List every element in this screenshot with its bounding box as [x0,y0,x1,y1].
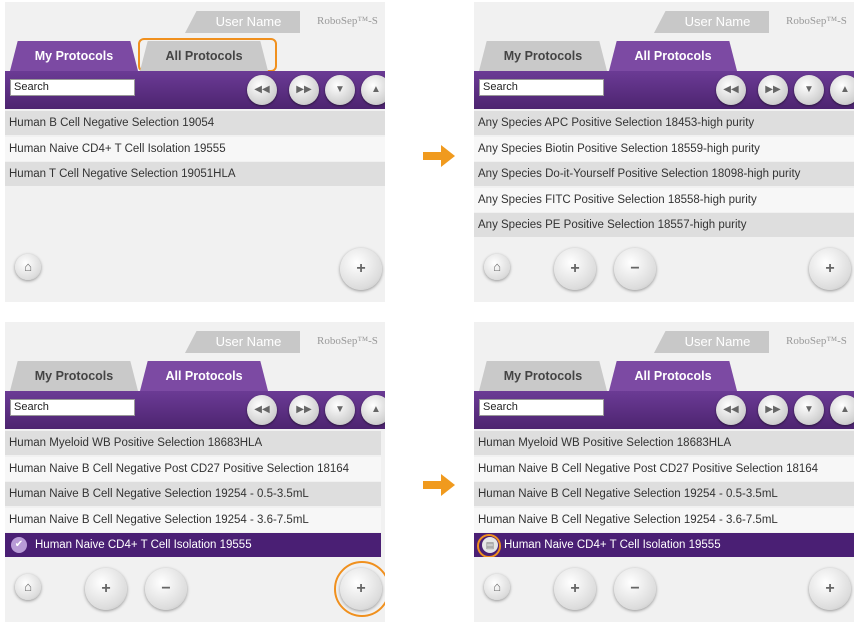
list-item-label: Human Naive CD4+ T Cell Isolation 19555 [504,539,721,551]
toolbar: Search ◀◀ ▶▶ ▼ ▲ [5,391,385,429]
protocol-list: Any Species APC Positive Selection 18453… [474,111,854,239]
list-item-selected[interactable]: ▤ Human Naive CD4+ T Cell Isolation 1955… [474,533,854,557]
document-icon[interactable]: + [809,248,851,290]
tab-my-protocols[interactable]: My Protocols [10,41,138,71]
brand-logo: RoboSep™-S [317,335,378,347]
tab-my-protocols[interactable]: My Protocols [479,361,607,391]
scroll-down-icon[interactable]: ▼ [325,395,355,425]
protocol-list: Human Myeloid WB Positive Selection 1868… [474,431,854,559]
search-input[interactable]: Search [10,399,135,416]
home-icon[interactable]: ⌂ [484,574,510,600]
add-protocol-icon[interactable]: + [554,248,596,290]
first-page-icon[interactable]: ◀◀ [247,395,277,425]
next-page-icon[interactable]: ▶▶ [289,75,319,105]
next-page-icon[interactable]: ▶▶ [289,395,319,425]
screen-all-protocols-selected: User Name RoboSep™-S My Protocols All Pr… [5,322,385,622]
tab-all-protocols[interactable]: All Protocols [140,361,268,391]
list-item[interactable]: Human Myeloid WB Positive Selection 1868… [474,431,854,455]
remove-protocol-icon[interactable]: − [145,568,187,610]
search-input[interactable]: Search [479,79,604,96]
scroll-down-icon[interactable]: ▼ [794,395,824,425]
add-protocol-icon[interactable]: + [554,568,596,610]
list-item[interactable]: Human Naive B Cell Negative Selection 19… [5,482,381,506]
scroll-down-icon[interactable]: ▼ [325,75,355,105]
first-page-icon[interactable]: ◀◀ [716,395,746,425]
home-icon[interactable]: ⌂ [15,574,41,600]
list-item[interactable]: Human Myeloid WB Positive Selection 1868… [5,431,381,455]
list-item[interactable]: Human Naive B Cell Negative Post CD27 Po… [5,456,381,481]
home-icon[interactable]: ⌂ [484,254,510,280]
search-input[interactable]: Search [479,399,604,416]
next-page-icon[interactable]: ▶▶ [758,395,788,425]
tab-my-protocols[interactable]: My Protocols [479,41,607,71]
tab-all-protocols[interactable]: All Protocols [609,41,737,71]
first-page-icon[interactable]: ◀◀ [247,75,277,105]
screen-all-protocols: User Name RoboSep™-S My Protocols All Pr… [474,2,854,302]
scroll-up-icon[interactable]: ▲ [830,395,854,425]
scroll-up-icon[interactable]: ▲ [830,75,854,105]
document-icon[interactable]: + [809,568,851,610]
protocol-list: Human B Cell Negative Selection 19054 Hu… [5,111,385,188]
first-page-icon[interactable]: ◀◀ [716,75,746,105]
scroll-up-icon[interactable]: ▲ [361,75,385,105]
scroll-up-icon[interactable]: ▲ [361,395,385,425]
add-button-highlight [334,561,385,617]
username-tab[interactable]: User Name [185,331,300,353]
tab-all-protocols[interactable]: All Protocols [609,361,737,391]
tab-my-protocols[interactable]: My Protocols [10,361,138,391]
brand-logo: RoboSep™-S [317,15,378,27]
my-protocol-highlight [477,534,501,557]
tab-all-protocols[interactable]: All Protocols [140,41,268,71]
list-item[interactable]: Any Species Biotin Positive Selection 18… [474,136,854,161]
list-item[interactable]: Any Species APC Positive Selection 18453… [474,111,854,135]
next-page-icon[interactable]: ▶▶ [758,75,788,105]
remove-protocol-icon[interactable]: − [614,248,656,290]
list-item[interactable]: Human Naive B Cell Negative Selection 19… [474,482,854,506]
add-protocol-icon[interactable]: + [85,568,127,610]
brand-logo: RoboSep™-S [786,335,847,347]
list-item[interactable]: Human B Cell Negative Selection 19054 [5,111,385,135]
protocol-list: Human Myeloid WB Positive Selection 1868… [5,431,385,559]
list-item[interactable]: Human Naive B Cell Negative Selection 19… [474,507,854,532]
list-item-label: Human Naive CD4+ T Cell Isolation 19555 [35,539,252,551]
document-icon[interactable]: + [340,248,382,290]
username-tab[interactable]: User Name [654,11,769,33]
toolbar: Search ◀◀ ▶▶ ▼ ▲ [5,71,385,109]
username-tab[interactable]: User Name [185,11,300,33]
screen-all-protocols-added: User Name RoboSep™-S My Protocols All Pr… [474,322,854,622]
list-item-selected[interactable]: ✔ Human Naive CD4+ T Cell Isolation 1955… [5,533,381,557]
list-item[interactable]: Human T Cell Negative Selection 19051HLA [5,162,385,186]
username-tab[interactable]: User Name [654,331,769,353]
arrow-right-icon [423,474,455,496]
toolbar: Search ◀◀ ▶▶ ▼ ▲ [474,391,854,429]
list-item[interactable]: Any Species Do-it-Yourself Positive Sele… [474,162,854,186]
arrow-right-icon [423,145,455,167]
checkmark-icon: ✔ [11,537,27,553]
brand-logo: RoboSep™-S [786,15,847,27]
list-item[interactable]: Human Naive CD4+ T Cell Isolation 19555 [5,136,385,161]
remove-protocol-icon[interactable]: − [614,568,656,610]
list-item[interactable]: Human Naive B Cell Negative Post CD27 Po… [474,456,854,481]
list-item[interactable]: Human Naive B Cell Negative Selection 19… [5,507,381,532]
list-item[interactable]: Any Species FITC Positive Selection 1855… [474,187,854,212]
list-item[interactable]: Any Species PE Positive Selection 18557-… [474,213,854,237]
home-icon[interactable]: ⌂ [15,254,41,280]
search-input[interactable]: Search [10,79,135,96]
scroll-down-icon[interactable]: ▼ [794,75,824,105]
screen-my-protocols: User Name RoboSep™-S My Protocols All Pr… [5,2,385,302]
toolbar: Search ◀◀ ▶▶ ▼ ▲ [474,71,854,109]
